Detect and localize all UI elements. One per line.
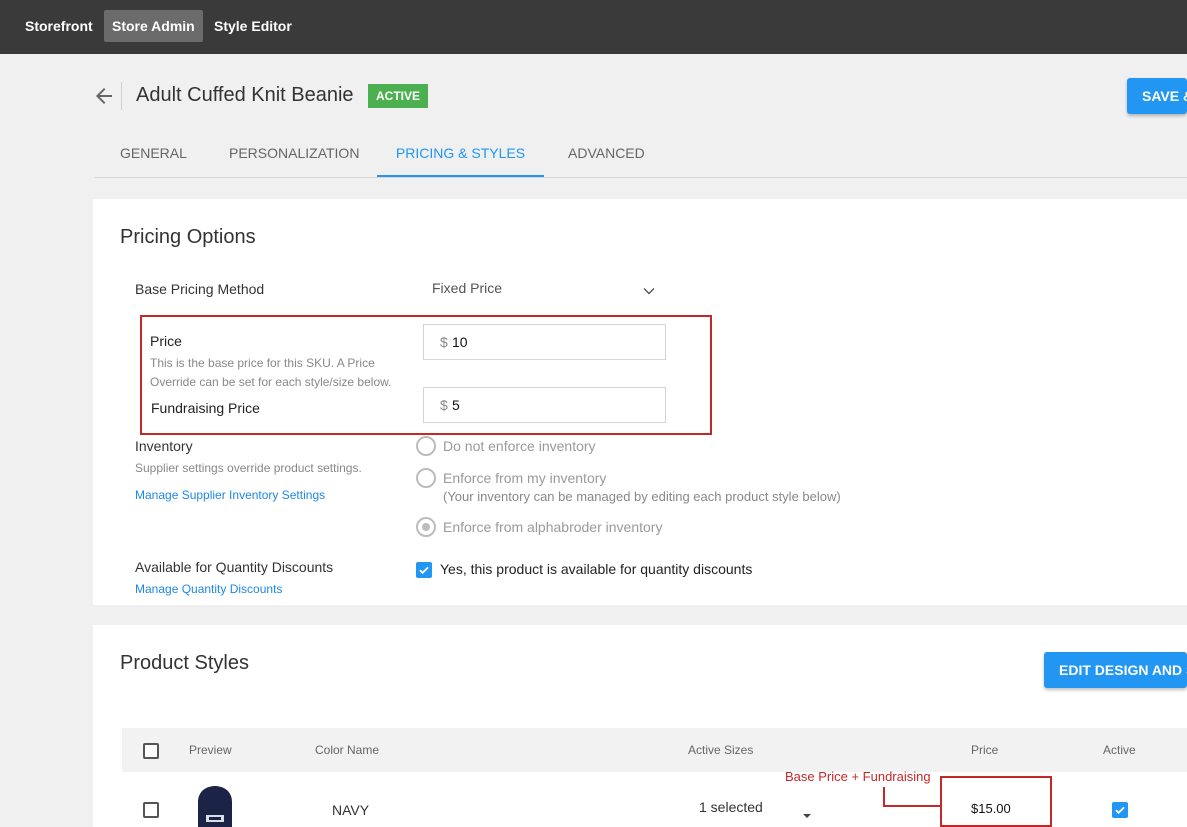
row-color-name: NAVY bbox=[332, 802, 370, 818]
inventory-hint: Supplier settings override product setti… bbox=[135, 461, 362, 475]
radio-label-enforce-my-inventory: Enforce from my inventory bbox=[443, 470, 607, 486]
nav-style-editor[interactable]: Style Editor bbox=[206, 10, 300, 42]
inventory-label: Inventory bbox=[135, 438, 193, 454]
radio-label-enforce-supplier-inventory: Enforce from alphabroder inventory bbox=[443, 519, 663, 535]
base-pricing-method-select[interactable]: Fixed Price bbox=[432, 280, 662, 300]
column-preview: Preview bbox=[189, 743, 232, 757]
product-styles-title: Product Styles bbox=[120, 652, 249, 674]
edit-design-and-styles-button[interactable]: EDIT DESIGN AND ST bbox=[1044, 652, 1187, 688]
quantity-discounts-checkbox[interactable] bbox=[416, 562, 432, 578]
quantity-discounts-label: Available for Quantity Discounts bbox=[135, 559, 334, 575]
header-divider bbox=[121, 82, 122, 110]
row-active-sizes[interactable]: 1 selected bbox=[699, 799, 763, 815]
status-badge: ACTIVE bbox=[368, 84, 429, 108]
column-active: Active bbox=[1103, 743, 1136, 757]
price-highlight-box bbox=[140, 315, 712, 435]
tab-general[interactable]: GENERAL bbox=[120, 140, 187, 177]
chevron-down-icon[interactable] bbox=[642, 284, 656, 298]
annotation-connector bbox=[883, 787, 940, 807]
quantity-discounts-checkbox-label: Yes, this product is available for quant… bbox=[440, 561, 753, 577]
price-annotation-box bbox=[940, 776, 1052, 827]
save-button[interactable]: SAVE & bbox=[1127, 78, 1187, 114]
base-pricing-method-value: Fixed Price bbox=[432, 280, 503, 296]
sizes-dropdown-icon[interactable] bbox=[802, 806, 812, 818]
back-arrow-icon[interactable] bbox=[92, 84, 116, 108]
row-select-checkbox[interactable] bbox=[143, 802, 159, 818]
product-preview-thumbnail[interactable] bbox=[194, 786, 236, 827]
select-all-checkbox[interactable] bbox=[143, 743, 159, 759]
top-navigation-bar: Storefront Store Admin Style Editor bbox=[0, 0, 1187, 54]
tab-personalization[interactable]: PERSONALIZATION bbox=[229, 140, 359, 177]
column-active-sizes: Active Sizes bbox=[688, 743, 754, 757]
table-header bbox=[122, 728, 1187, 772]
page-title: Adult Cuffed Knit Beanie bbox=[136, 84, 354, 106]
manage-quantity-discounts-link[interactable]: Manage Quantity Discounts bbox=[135, 582, 282, 596]
tab-pricing-styles[interactable]: PRICING & STYLES bbox=[377, 140, 544, 177]
tab-advanced[interactable]: ADVANCED bbox=[568, 140, 645, 177]
nav-storefront[interactable]: Storefront bbox=[17, 10, 101, 42]
radio-label-do-not-enforce: Do not enforce inventory bbox=[443, 438, 596, 454]
nav-store-admin[interactable]: Store Admin bbox=[104, 10, 203, 42]
radio-enforce-supplier-inventory[interactable] bbox=[416, 517, 436, 537]
column-color-name: Color Name bbox=[315, 743, 380, 757]
radio-enforce-my-inventory[interactable] bbox=[416, 468, 436, 488]
base-pricing-method-label: Base Pricing Method bbox=[135, 281, 265, 297]
pricing-options-title: Pricing Options bbox=[120, 226, 256, 248]
manage-supplier-inventory-link[interactable]: Manage Supplier Inventory Settings bbox=[135, 488, 325, 502]
row-active-checkbox[interactable] bbox=[1112, 802, 1128, 818]
radio-do-not-enforce[interactable] bbox=[416, 436, 436, 456]
column-price: Price bbox=[971, 743, 999, 757]
inventory-subnote: (Your inventory can be managed by editin… bbox=[443, 489, 841, 504]
annotation-text: Base Price + Fundraising bbox=[785, 769, 931, 784]
tabs-divider bbox=[95, 177, 1187, 178]
